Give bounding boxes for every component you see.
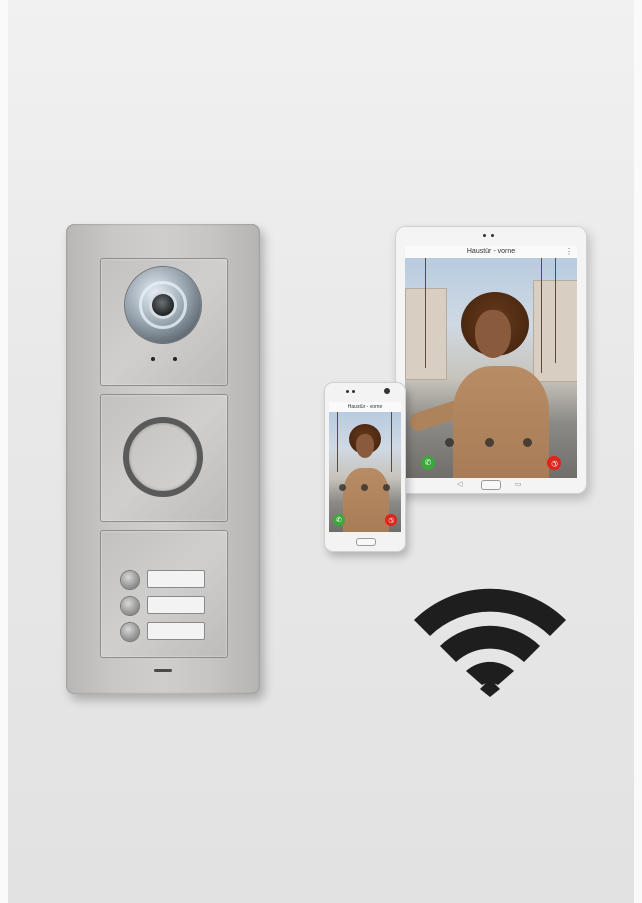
camera-module — [100, 258, 228, 386]
tablet-camera-dot — [483, 234, 486, 237]
phone-device: Haustür - vorne ✆ ✆ — [324, 382, 406, 552]
camera-toggle-icon[interactable] — [383, 484, 390, 491]
phone-home-button[interactable] — [356, 538, 376, 546]
call-button-module — [100, 394, 228, 522]
phone-screen-title: Haustür - vorne — [347, 404, 383, 410]
tree — [391, 412, 392, 472]
phone-sensor-dot — [352, 390, 355, 393]
tablet-screen: Haustür - vorne ⋮ ✆ ✆ — [405, 246, 577, 478]
building — [405, 288, 447, 380]
background-edge-left — [0, 0, 8, 903]
accept-call-icon[interactable]: ✆ — [333, 514, 345, 526]
phone-sensor-dot — [346, 390, 349, 393]
person-face — [475, 310, 511, 358]
nav-recent-icon[interactable]: ▭ — [515, 480, 522, 488]
tree — [541, 258, 542, 373]
bell-button-icon[interactable] — [121, 623, 139, 641]
bell-button-icon[interactable] — [121, 571, 139, 589]
menu-icon[interactable]: ⋮ — [565, 246, 573, 258]
bell-button-icon[interactable] — [121, 597, 139, 615]
name-label — [147, 570, 205, 588]
tablet-video-feed: ✆ ✆ — [405, 258, 577, 478]
round-call-button[interactable] — [123, 417, 203, 497]
phone-video-feed: ✆ ✆ — [329, 412, 401, 532]
tree — [425, 258, 426, 368]
microphone-icon[interactable] — [361, 484, 368, 491]
speaker-icon[interactable] — [445, 438, 454, 447]
door-station-panel — [66, 224, 260, 694]
home-button[interactable] — [481, 480, 501, 490]
background-edge-right — [634, 0, 642, 903]
wifi-icon — [414, 588, 566, 697]
bell-module — [100, 530, 228, 658]
phone-screen: Haustür - vorne ✆ ✆ — [329, 402, 401, 532]
nav-back-icon[interactable]: ◁ — [457, 480, 462, 488]
tablet-device: Haustür - vorne ⋮ ✆ ✆ ◁ ▭ — [395, 226, 587, 494]
person-face — [356, 434, 374, 458]
microphone-icon[interactable] — [485, 438, 494, 447]
name-label — [147, 622, 205, 640]
tablet-camera-dot — [491, 234, 494, 237]
name-label — [147, 596, 205, 614]
sensor-dot — [173, 357, 177, 361]
phone-camera-dot — [384, 388, 390, 394]
tree — [337, 412, 338, 472]
speaker-icon[interactable] — [339, 484, 346, 491]
sensor-dot — [151, 357, 155, 361]
camera-icon — [125, 267, 201, 343]
person-coat — [453, 366, 549, 478]
microphone-slot — [154, 669, 172, 672]
tablet-screen-title: Haustür - vorne — [466, 248, 516, 255]
camera-lens — [152, 294, 174, 316]
person-coat — [343, 468, 389, 532]
accept-call-icon[interactable]: ✆ — [421, 456, 435, 470]
tree — [555, 258, 556, 363]
camera-toggle-icon[interactable] — [523, 438, 532, 447]
